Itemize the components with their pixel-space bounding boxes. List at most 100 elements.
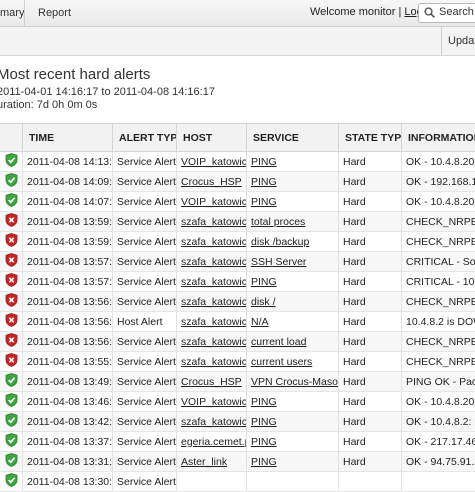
time-cell: 2011-04-08 13:46:54: [23, 392, 113, 412]
service-cell: PING: [247, 412, 339, 432]
column-header-host[interactable]: HOST: [177, 124, 247, 152]
service-link[interactable]: PING: [251, 156, 277, 168]
host-link[interactable]: Aster_link: [181, 456, 227, 468]
service-cell: PING: [247, 272, 339, 292]
table-row: 2011-04-08 13:31:46Service AlertAster_li…: [0, 452, 475, 472]
host-cell: Aster_link: [177, 452, 247, 472]
ok-shield-icon: [5, 413, 18, 430]
service-link[interactable]: total proces: [251, 216, 305, 228]
service-link[interactable]: PING: [251, 396, 277, 408]
column-header-time[interactable]: TIME: [23, 124, 113, 152]
host-cell: szafa_katowice: [177, 252, 247, 272]
host-link[interactable]: Crocus_HSP: [181, 376, 242, 388]
update-button[interactable]: Update: [448, 35, 475, 47]
host-link[interactable]: szafa_katowice: [181, 296, 247, 308]
critical-shield-icon: [5, 253, 18, 270]
search-label: Search: [439, 6, 474, 18]
status-cell: [0, 332, 23, 352]
state-type-cell: Hard: [339, 232, 402, 252]
service-link[interactable]: PING: [251, 436, 277, 448]
search-icon: [424, 7, 435, 18]
breadcrumb-summary[interactable]: mary: [0, 7, 24, 19]
column-header-service[interactable]: SERVICE: [247, 124, 339, 152]
table-row: 2011-04-08 13:56:20Host Alertszafa_katow…: [0, 312, 475, 332]
alert-type-cell: Host Alert: [113, 312, 177, 332]
service-link[interactable]: current users: [251, 356, 312, 368]
alert-type-cell: Service Alert: [113, 392, 177, 412]
time-cell: 2011-04-08 13:56:49: [23, 292, 113, 312]
column-header-status[interactable]: [0, 124, 23, 152]
host-link[interactable]: szafa_katowice: [181, 236, 247, 248]
alert-type-cell: Service Alert: [113, 412, 177, 432]
alert-type-cell: Service Alert: [113, 372, 177, 392]
critical-shield-icon: [5, 333, 18, 350]
state-type-cell: Hard: [339, 292, 402, 312]
service-cell: PING: [247, 172, 339, 192]
service-cell: current users: [247, 352, 339, 372]
breadcrumb-report[interactable]: Report: [38, 7, 71, 19]
host-cell: Crocus_HSP: [177, 172, 247, 192]
service-link[interactable]: SSH Server: [251, 256, 306, 268]
host-link[interactable]: VOIP_katowice: [181, 396, 247, 408]
host-link[interactable]: szafa_katowice: [181, 216, 247, 228]
host-link[interactable]: VOIP_katowice: [181, 196, 247, 208]
service-link[interactable]: VPN Crocus-Masovia: [251, 376, 339, 388]
host-link[interactable]: szafa_katowice: [181, 336, 247, 348]
host-link[interactable]: szafa_katowice: [181, 316, 247, 328]
critical-shield-icon: [5, 313, 18, 330]
column-header-information[interactable]: INFORMATION: [402, 124, 475, 152]
state-type-cell: Hard: [339, 412, 402, 432]
ok-shield-icon: [5, 193, 18, 210]
critical-shield-icon: [5, 273, 18, 290]
service-cell: VPN Crocus-Masovia: [247, 372, 339, 392]
status-cell: [0, 252, 23, 272]
status-cell: [0, 272, 23, 292]
host-link[interactable]: VOIP_katowice: [181, 156, 247, 168]
host-link[interactable]: szafa_katowice: [181, 256, 247, 268]
host-link[interactable]: Crocus_HSP: [181, 176, 242, 188]
information-cell: OK - 10.4.8.202: r: [402, 392, 475, 412]
service-cell: disk /backup: [247, 232, 339, 252]
search-input[interactable]: Search: [418, 3, 475, 23]
information-cell: OK - 10.4.8.2: rta: [402, 412, 475, 432]
host-cell: szafa_katowice: [177, 212, 247, 232]
host-cell: Crocus_HSP: [177, 372, 247, 392]
information-cell: OK - 192.168.1.25: [402, 172, 475, 192]
information-cell: OK - 10.4.8.202: r: [402, 192, 475, 212]
alert-type-cell: Service Alert: [113, 152, 177, 172]
service-link[interactable]: current load: [251, 336, 306, 348]
ok-shield-icon: [5, 433, 18, 450]
time-cell: 2011-04-08 13:59:01: [23, 212, 113, 232]
host-link[interactable]: szafa_katowice: [181, 276, 247, 288]
alert-type-cell: Service Alert: [113, 252, 177, 272]
service-link[interactable]: N/A: [251, 316, 269, 328]
top-bar: mary Report Welcome monitor | Log out Se…: [0, 0, 475, 27]
ok-shield-icon: [5, 453, 18, 470]
service-link[interactable]: PING: [251, 456, 277, 468]
time-cell: 2011-04-08 13:57:57: [23, 252, 113, 272]
service-link[interactable]: PING: [251, 416, 277, 428]
report-range: 2011-04-01 14:16:17 to 2011-04-08 14:16:…: [0, 86, 215, 98]
table-row: 2011-04-08 14:07:54Service AlertVOIP_kat…: [0, 192, 475, 212]
service-link[interactable]: PING: [251, 196, 277, 208]
time-cell: 2011-04-08 13:42:13: [23, 412, 113, 432]
state-type-cell: Hard: [339, 452, 402, 472]
host-link[interactable]: szafa_katowice: [181, 416, 247, 428]
host-link[interactable]: szafa_katowice: [181, 356, 247, 368]
information-cell: OK - 10.4.8.202: r: [402, 152, 475, 172]
information-cell: OK - 217.17.46.25: [402, 432, 475, 452]
state-type-cell: Hard: [339, 212, 402, 232]
service-link[interactable]: disk /backup: [251, 236, 309, 248]
information-cell: CHECK_NRPE: So: [402, 292, 475, 312]
service-link[interactable]: PING: [251, 176, 277, 188]
host-cell: szafa_katowice: [177, 272, 247, 292]
column-header-alert-type[interactable]: ALERT TYPE: [113, 124, 177, 152]
host-link[interactable]: egeria.cemet.pl: [181, 436, 247, 448]
state-type-cell: Hard: [339, 432, 402, 452]
service-link[interactable]: PING: [251, 276, 277, 288]
host-cell: egeria.cemet.pl: [177, 432, 247, 452]
service-link[interactable]: disk /: [251, 296, 276, 308]
column-header-state-type[interactable]: STATE TYPE: [339, 124, 402, 152]
table-row: 2011-04-08 13:56:49Service Alertszafa_ka…: [0, 292, 475, 312]
host-cell: szafa_katowice: [177, 232, 247, 252]
